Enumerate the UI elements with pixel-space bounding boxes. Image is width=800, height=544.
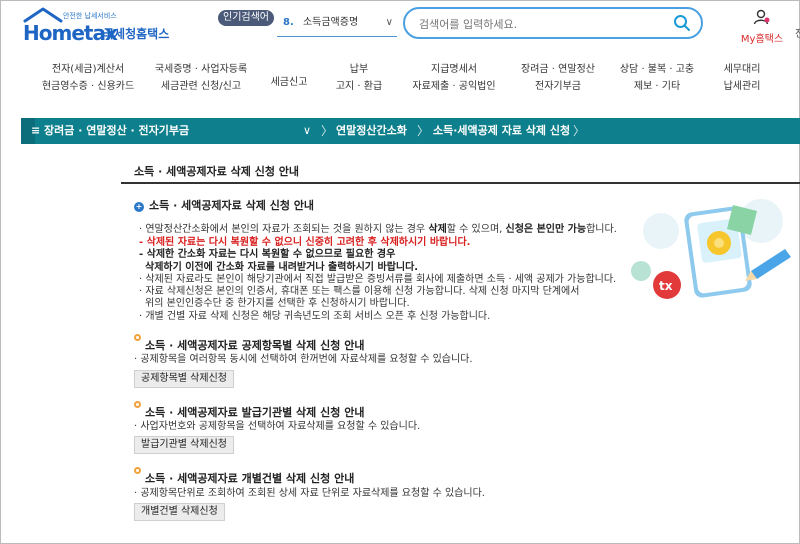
nav-label: 고지 · 환급 [335, 81, 383, 92]
page-title: 소득 · 세액공제자료 삭제 신청 안내 [134, 165, 300, 178]
nav-item-invoice[interactable]: 전자(세금)계산서 현금영수증 · 신용카드 [35, 61, 141, 95]
text: 신청은 본인만 가능 [505, 224, 587, 235]
delete-by-issuer-button[interactable]: 발급기관별 삭제신청 [134, 436, 234, 454]
nav-label: 제보 · 기타 [633, 81, 681, 92]
nav-label: 자료제출 · 공익법인 [412, 81, 496, 92]
bullet-icon [134, 401, 141, 408]
nav-label: 장려금 · 연말정산 [521, 64, 595, 75]
user-icon [753, 9, 770, 25]
section-desc: · 공제항목단위로 조회하여 조회된 상세 자료 단위로 자료삭제를 요청할 수… [134, 488, 485, 499]
breadcrumb: ≡ 장려금 · 연말정산 · 전자기부금 ∨ 〉 연말정산간소화 〉 소득·세액… [21, 118, 800, 144]
popular-search-badge: 인기검색어 [218, 10, 274, 26]
separator-icon: 〉 [573, 124, 586, 138]
chevron-down-icon[interactable]: ∨ [303, 118, 311, 144]
nav-label: 전자(세금)계산서 [51, 64, 125, 75]
nav-item-consult[interactable]: 상담 · 불복 · 고충 제보 · 기타 [617, 61, 697, 95]
logo-subtitle: 국세청홈택스 [103, 27, 170, 41]
delete-by-item-button[interactable]: 공제항목별 삭제신청 [134, 370, 234, 388]
title-divider [121, 182, 800, 184]
nav-label: 세금관련 신청/신고 [160, 81, 242, 92]
nav-item-tax-agent[interactable]: 세무대리 납세관리 [717, 61, 767, 95]
search-input[interactable] [419, 15, 659, 33]
info-line: · 개별 건별 자료 삭제 신청은 해당 귀속년도의 조회 서비스 오픈 후 신… [139, 311, 491, 322]
search-icon[interactable] [673, 14, 691, 32]
popular-search-select[interactable]: 8. 소득금액증명 ∨ [277, 11, 397, 37]
breadcrumb-menu[interactable]: ≡ 장려금 · 연말정산 · 전자기부금 [31, 118, 189, 144]
nav-item-certificate[interactable]: 국세증명 · 사업자등록 세금관련 신청/신고 [151, 61, 251, 95]
separator-icon: 〉 [417, 124, 430, 138]
nav-label: 납세관리 [723, 81, 761, 92]
section-desc: · 사업자번호와 공제항목을 선택하여 자료삭제를 요청할 수 있습니다. [134, 421, 421, 432]
nav-label: 세금신고 [270, 77, 308, 88]
section-desc: · 공제항목을 여러항목 동시에 선택하여 한꺼번에 자료삭제를 요청할 수 있… [134, 354, 473, 365]
nav-label: 전자기부금 [535, 81, 581, 92]
header-edge-text: 전 [795, 29, 800, 40]
popular-term: 소득금액증명 [302, 17, 359, 28]
popular-rank: 8. [283, 17, 294, 28]
breadcrumb-item-simplified[interactable]: 연말정산간소화 [336, 118, 407, 144]
bullet-icon [134, 334, 141, 341]
breadcrumb-item-current: 소득·세액공제 자료 삭제 신청 [433, 124, 571, 137]
separator-icon: 〉 [321, 124, 334, 138]
search-box[interactable] [403, 7, 703, 39]
nav-item-tax-report[interactable]: 세금신고 [263, 61, 315, 105]
document-illustration: tx [631, 199, 791, 299]
header: 안전한 납세서비스 Hometax 국세청홈택스 인기검색어 8. 소득금액증명… [1, 1, 800, 53]
plus-icon: + [134, 202, 144, 212]
nav-label: 국세증명 · 사업자등록 [154, 64, 248, 75]
my-hometax-label: My홈택스 [740, 34, 784, 45]
nav-label: 현금영수증 · 신용카드 [41, 81, 135, 92]
hometax-logo[interactable]: 안전한 납세서비스 Hometax 국세청홈택스 [21, 7, 181, 45]
nav-label: 상담 · 불복 · 고충 [619, 64, 695, 75]
main-nav: 전자(세금)계산서 현금영수증 · 신용카드 국세증명 · 사업자등록 세금관련… [1, 61, 800, 105]
my-hometax-link[interactable]: My홈택스 [737, 9, 787, 45]
svg-text:tx: tx [659, 279, 673, 293]
nav-item-payment-statement[interactable]: 지급명세서 자료제출 · 공익법인 [409, 61, 499, 95]
delete-individual-button[interactable]: 개별건별 삭제신청 [134, 503, 225, 521]
nav-item-year-end[interactable]: 장려금 · 연말정산 전자기부금 [519, 61, 597, 95]
main-heading-text: 소득 · 세액공제자료 삭제 신청 안내 [149, 199, 315, 212]
main-heading: + 소득 · 세액공제자료 삭제 신청 안내 [134, 197, 314, 213]
bullet-icon [134, 467, 141, 474]
nav-label: 지급명세서 [431, 64, 477, 75]
nav-label: 세무대리 [723, 64, 761, 75]
nav-item-payment[interactable]: 납부 고지 · 환급 [329, 61, 389, 95]
nav-label: 납부 [349, 64, 369, 75]
chevron-down-icon: ∨ [385, 17, 393, 28]
logo-tagline: 안전한 납세서비스 [63, 12, 117, 20]
